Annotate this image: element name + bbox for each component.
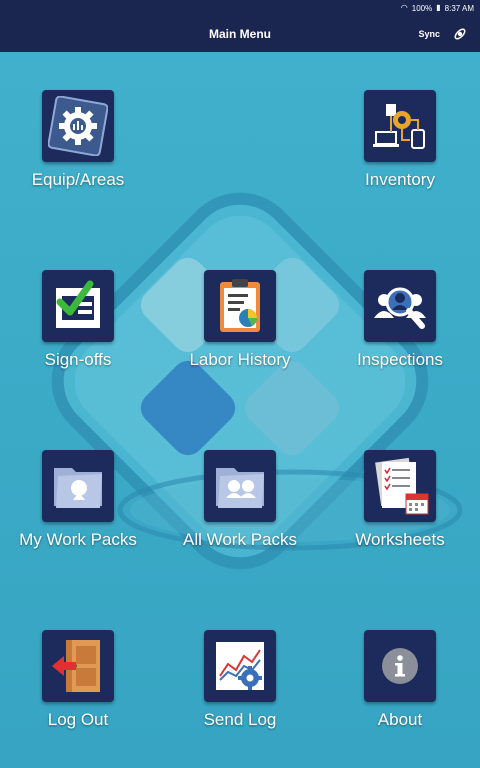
- network-gear-icon: [373, 104, 425, 149]
- battery-level: 100%: [411, 3, 433, 13]
- satellite-icon[interactable]: [452, 26, 468, 42]
- sign-offs-tile[interactable]: [42, 270, 114, 342]
- sign-offs-label: Sign-offs: [44, 350, 112, 369]
- send-log-label: Send Log: [203, 710, 277, 729]
- checkmark-document-icon: [56, 280, 100, 328]
- labor-history-label: Labor History: [189, 350, 291, 369]
- sign-offs-button[interactable]: Sign-offs: [0, 270, 158, 400]
- checklist-calendar-icon: [375, 457, 429, 515]
- labor-history-button[interactable]: Labor History: [160, 270, 320, 400]
- my-work-packs-tile[interactable]: [42, 450, 114, 522]
- inspections-tile[interactable]: [364, 270, 436, 342]
- about-label: About: [377, 710, 423, 729]
- wifi-icon: ◠: [400, 3, 408, 12]
- app-bar: Main Menu Sync: [0, 16, 480, 52]
- exit-door-icon: [52, 640, 100, 692]
- equip-areas-tile[interactable]: [42, 90, 114, 162]
- sync-button[interactable]: Sync: [418, 16, 440, 52]
- inventory-button[interactable]: Inventory: [320, 90, 480, 220]
- labor-history-tile[interactable]: [204, 270, 276, 342]
- log-out-label: Log Out: [47, 710, 109, 729]
- equip-areas-button[interactable]: Equip/Areas: [0, 90, 158, 220]
- worksheets-tile[interactable]: [364, 450, 436, 522]
- my-work-packs-label: My Work Packs: [19, 530, 137, 549]
- send-log-button[interactable]: Send Log: [160, 630, 320, 760]
- send-log-tile[interactable]: [204, 630, 276, 702]
- inspections-button[interactable]: Inspections: [320, 270, 480, 400]
- clipboard-chart-icon: [220, 279, 260, 332]
- info-icon: [382, 648, 418, 684]
- my-work-packs-button[interactable]: My Work Packs: [0, 450, 158, 580]
- all-work-packs-tile[interactable]: [204, 450, 276, 522]
- worksheets-label: Worksheets: [355, 530, 445, 549]
- worksheets-button[interactable]: Worksheets: [320, 450, 480, 580]
- about-tile[interactable]: [364, 630, 436, 702]
- inventory-label: Inventory: [365, 170, 435, 189]
- equip-areas-label: Equip/Areas: [31, 170, 125, 189]
- chart-gear-icon: [216, 642, 264, 690]
- status-bar: ◠ 100% ▮ 8:37 AM: [0, 0, 480, 16]
- log-out-button[interactable]: Log Out: [0, 630, 158, 760]
- log-out-tile[interactable]: [42, 630, 114, 702]
- battery-icon: ▮: [436, 3, 441, 12]
- all-work-packs-button[interactable]: All Work Packs: [160, 450, 320, 580]
- folder-people-icon: [216, 468, 264, 508]
- folder-person-icon: [54, 468, 102, 508]
- page-title: Main Menu: [209, 27, 271, 41]
- all-work-packs-label: All Work Packs: [183, 530, 297, 549]
- main-menu-area: Equip/Areas Inventory Sign-offs Labor Hi…: [0, 52, 480, 768]
- inspections-label: Inspections: [357, 350, 443, 369]
- about-button[interactable]: About: [320, 630, 480, 760]
- inventory-tile[interactable]: [364, 90, 436, 162]
- gear-chart-icon: [48, 96, 108, 156]
- people-magnifier-icon: [374, 287, 426, 329]
- clock: 8:37 AM: [444, 3, 474, 13]
